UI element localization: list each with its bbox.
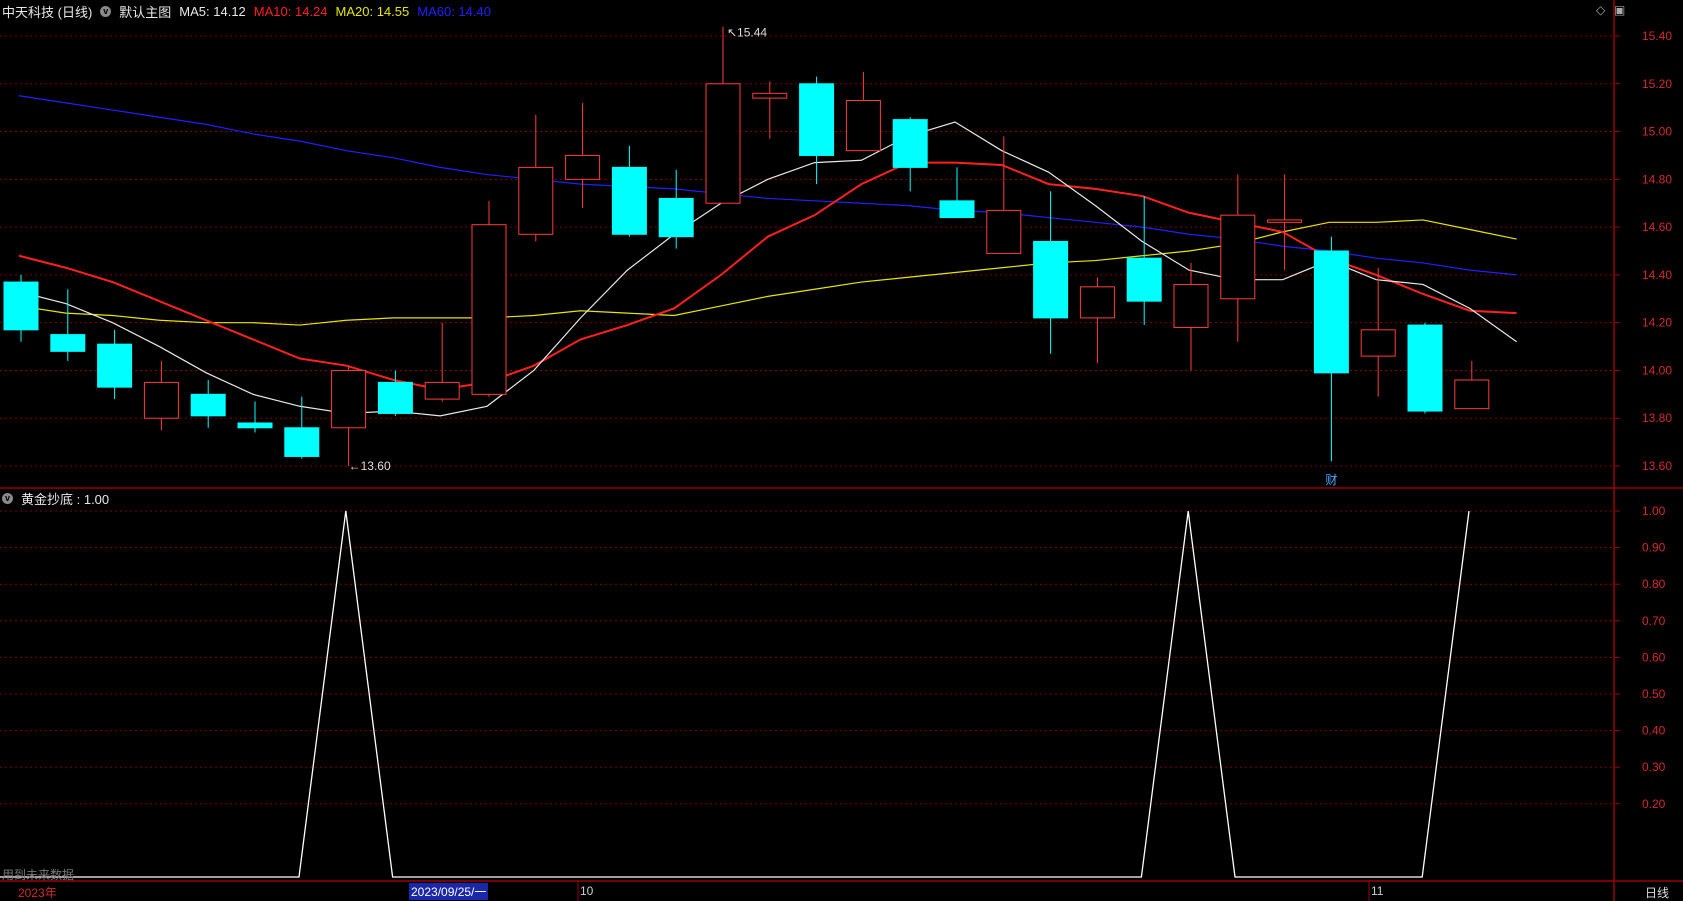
ma20-label: MA20: 14.55: [335, 4, 410, 19]
candle-body: [565, 154, 601, 180]
y-tick-label: 14.00: [1642, 363, 1672, 377]
candle-body: [377, 381, 413, 414]
ma60-label: MA60: 14.40: [417, 4, 491, 19]
indicator-label[interactable]: 黄金抄底 : 1.00: [21, 489, 109, 508]
high-price-label: ↖15.44: [727, 25, 767, 39]
candle-body: [3, 281, 39, 331]
y-tick-label: 14.20: [1642, 316, 1672, 330]
candle-body: [986, 209, 1022, 254]
y-tick-label: 0.30: [1642, 760, 1666, 774]
candle-body: [845, 100, 881, 152]
stock-title[interactable]: 中天科技 (日线): [2, 2, 92, 21]
candle-body: [1220, 214, 1256, 300]
candle-body: [892, 119, 928, 168]
y-tick-label: 0.70: [1642, 614, 1666, 628]
candle-body: [1313, 250, 1349, 374]
y-tick-label: 0.50: [1642, 687, 1666, 701]
ma10-label: MA10: 14.24: [253, 4, 328, 19]
diamond-icon[interactable]: ◇: [1596, 3, 1605, 17]
low-price-label: ←13.60: [349, 459, 391, 473]
y-tick-label: 15.40: [1642, 29, 1672, 43]
ma5-line: [18, 121, 1517, 417]
candle-body: [705, 83, 741, 204]
candle-body: [1454, 379, 1490, 410]
ma5-label: MA5: 14.12: [179, 4, 246, 19]
y-tick-label: 13.80: [1642, 411, 1672, 425]
y-tick-label: 1.00: [1642, 504, 1666, 518]
candle-body: [471, 224, 507, 395]
cursor-date: 2023/09/25/一: [409, 883, 489, 900]
earnings-marker: 财: [1325, 473, 1337, 487]
y-tick-label: 0.60: [1642, 650, 1666, 664]
y-tick-label: 13.60: [1642, 459, 1672, 473]
candle-body: [1033, 240, 1069, 319]
candle-body: [1173, 283, 1209, 328]
candle-body: [1079, 286, 1115, 319]
y-tick-label: 0.20: [1642, 797, 1666, 811]
candle-body: [939, 200, 975, 219]
candle-body: [143, 381, 179, 419]
y-tick-label: 0.80: [1642, 577, 1666, 591]
candle-body: [658, 197, 694, 238]
candle-body: [1126, 257, 1162, 302]
candle-body: [97, 343, 133, 388]
period-button[interactable]: 日线: [1645, 884, 1669, 901]
y-tick-label: 0.90: [1642, 541, 1666, 555]
ma60-line: [18, 95, 1517, 276]
y-tick-label: 14.60: [1642, 220, 1672, 234]
y-tick-label: 14.40: [1642, 268, 1672, 282]
chart-canvas[interactable]: 13.60 13.80 14.00 14.20 14.40 14.60 14.80 15.00…: [0, 0, 1683, 901]
y-tick-label: 0.40: [1642, 724, 1666, 738]
candle-body: [752, 92, 788, 99]
candle-body: [50, 334, 86, 352]
future-data-note: 用到未来数据: [2, 868, 75, 882]
main-chart-header: 中天科技 (日线) v 默认主图 MA5: 14.12 MA10: 14.24 …: [2, 2, 491, 21]
chevron-down-icon[interactable]: v: [2, 493, 13, 504]
candle-body: [518, 166, 554, 235]
y-tick-label: 14.80: [1642, 172, 1672, 186]
candle-body: [237, 422, 273, 429]
template-name[interactable]: 默认主图: [119, 2, 171, 21]
candle-body: [1360, 329, 1396, 357]
candle-body: [799, 83, 835, 156]
year-label: 2023年: [18, 886, 57, 900]
candle-body: [611, 166, 647, 235]
window-icon[interactable]: ▣: [1614, 3, 1625, 17]
chevron-down-icon[interactable]: v: [100, 6, 112, 17]
candle-body: [331, 369, 367, 429]
month-label-oct: 10: [580, 884, 594, 898]
candle-body: [1407, 324, 1443, 412]
candle-body: [1267, 219, 1303, 223]
indicator-header: v 黄金抄底 : 1.00: [2, 489, 109, 508]
candle-body: [190, 393, 226, 417]
candle-body: [284, 427, 320, 457]
month-label-nov: 11: [1371, 884, 1384, 898]
y-tick-label: 15.00: [1642, 125, 1672, 139]
candle-body: [424, 381, 460, 400]
y-tick-label: 15.20: [1642, 77, 1672, 91]
